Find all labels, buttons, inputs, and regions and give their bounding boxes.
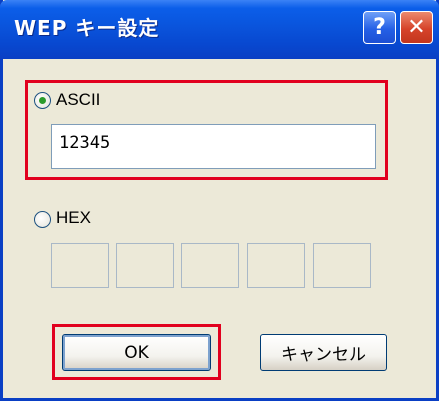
hex-label[interactable]: HEX [56,208,91,228]
hex-key-field-4[interactable] [247,243,305,288]
hex-key-field-3[interactable] [181,243,239,288]
cancel-button[interactable]: キャンセル [260,334,387,371]
help-button[interactable]: ? [363,11,396,44]
help-icon: ? [373,15,386,40]
hex-key-field-2[interactable] [116,243,174,288]
close-icon: ✕ [407,15,426,40]
hex-key-field-1[interactable] [51,243,109,288]
title-bar[interactable]: WEP キー設定 ? ✕ [0,0,439,59]
dialog-title: WEP キー設定 [14,16,160,40]
close-button[interactable]: ✕ [400,11,433,44]
ascii-highlight-frame [25,80,388,180]
ok-highlight-frame [52,324,221,380]
hex-key-field-5[interactable] [313,243,371,288]
hex-radio[interactable] [34,211,51,228]
